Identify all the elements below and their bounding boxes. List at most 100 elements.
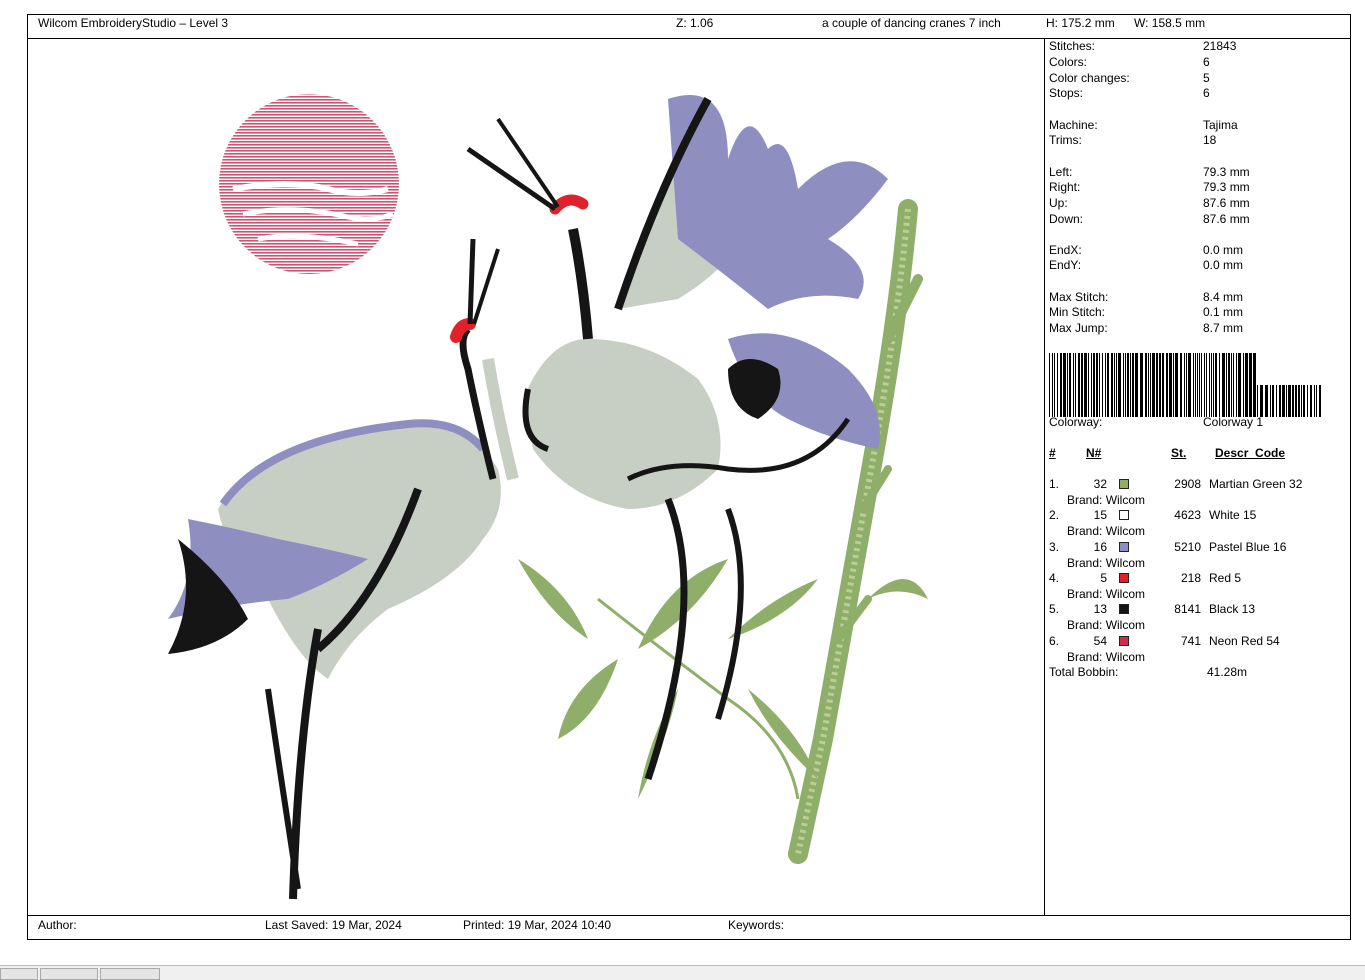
barcode-bar xyxy=(1184,353,1185,417)
barcode-bar xyxy=(1307,385,1308,417)
barcode-bar xyxy=(1228,353,1230,417)
color-row-description: White 15 xyxy=(1209,508,1257,522)
barcode-bar xyxy=(1195,353,1196,417)
barcode-bar xyxy=(1088,353,1089,417)
keywords-label: Keywords: xyxy=(728,918,785,932)
barcode-bar xyxy=(1249,353,1252,417)
barcode-bar xyxy=(1282,385,1285,417)
color-row-description: Neon Red 54 xyxy=(1209,634,1280,648)
barcode-bar xyxy=(1073,353,1074,417)
barcode-bar xyxy=(1152,353,1155,417)
barcode-bar xyxy=(1049,353,1050,417)
barcode-bar xyxy=(1084,353,1087,417)
color-row-brand: Brand: Wilcom xyxy=(1067,618,1146,632)
barcode-bar xyxy=(1233,353,1234,417)
bottom-tab[interactable] xyxy=(100,968,160,980)
barcode-bar xyxy=(1166,353,1168,417)
barcode-bar xyxy=(1063,353,1066,417)
bottom-tab[interactable] xyxy=(40,968,98,980)
barcode-bar xyxy=(1209,353,1210,417)
barcode-bar xyxy=(1276,385,1277,417)
barcode-bar xyxy=(1107,353,1109,417)
color-row-stitches: 5210 xyxy=(1174,540,1201,554)
zoom-level: Z: 1.06 xyxy=(676,16,714,30)
design-canvas[interactable] xyxy=(28,39,1045,915)
col-header-description: Descr_Code xyxy=(1215,446,1286,460)
barcode-bar xyxy=(1215,353,1217,417)
color-swatch xyxy=(1119,510,1129,520)
bottom-tab[interactable] xyxy=(0,968,38,980)
barcode-bar xyxy=(1102,353,1103,417)
color-row-index: 2. xyxy=(1049,508,1060,522)
printed-date: Printed: 19 Mar, 2024 10:40 xyxy=(463,918,612,932)
author-label: Author: xyxy=(38,918,77,932)
barcode-bar xyxy=(1052,353,1053,417)
col-header-needle: N# xyxy=(1086,446,1102,460)
barcode-bar xyxy=(1206,353,1207,417)
window-bottom-strip xyxy=(0,965,1365,980)
barcode-bar xyxy=(1057,353,1058,417)
color-row-description: Black 13 xyxy=(1209,602,1256,616)
barcode-bar xyxy=(1197,353,1198,417)
barcode-bar xyxy=(1173,353,1174,417)
barcode-bar xyxy=(1316,385,1317,417)
col-header-stitches: St. xyxy=(1171,446,1187,460)
print-sheet: Wilcom EmbroideryStudio – Level 3 Z: 1.0… xyxy=(27,14,1351,940)
color-row-index: 1. xyxy=(1049,477,1060,491)
barcode-bar xyxy=(1243,353,1244,417)
color-row-brand: Brand: Wilcom xyxy=(1067,493,1146,507)
design-height: H: 175.2 mm xyxy=(1046,16,1115,30)
barcode-bar xyxy=(1075,353,1076,417)
barcode-bar xyxy=(1292,385,1294,417)
barcode-bar xyxy=(1188,353,1191,417)
barcode-bar xyxy=(1150,353,1151,417)
barcode-bar xyxy=(1236,353,1237,417)
color-row-needle: 32 xyxy=(1093,477,1107,491)
color-row-stitches: 741 xyxy=(1180,634,1201,648)
barcode-bar xyxy=(1081,353,1083,417)
barcode-bar xyxy=(1272,385,1274,417)
app-title: Wilcom EmbroideryStudio – Level 3 xyxy=(38,16,229,30)
color-row-stitches: 218 xyxy=(1180,571,1201,585)
color-row-description: Red 5 xyxy=(1209,571,1242,585)
color-row-brand: Brand: Wilcom xyxy=(1067,556,1146,570)
barcode-bar xyxy=(1123,353,1124,417)
color-row-description: Pastel Blue 16 xyxy=(1209,540,1287,554)
color-row-needle: 54 xyxy=(1093,634,1107,648)
barcode-bar xyxy=(1111,353,1113,417)
barcode-bar xyxy=(1078,353,1080,417)
barcode-bar xyxy=(1245,353,1248,417)
barcode-bar xyxy=(1295,385,1297,417)
color-swatch xyxy=(1119,573,1129,583)
barcode-bar xyxy=(1314,385,1315,417)
color-row-stitches: 8141 xyxy=(1174,602,1201,616)
barcode-bar xyxy=(1140,353,1143,417)
barcode-bar xyxy=(1199,353,1200,417)
left-crane-motif xyxy=(168,238,519,900)
sheet-footer: Author: Last Saved: 19 Mar, 2024 Printed… xyxy=(28,915,1350,939)
barcode-bar xyxy=(1127,353,1129,417)
color-swatch xyxy=(1119,542,1129,552)
color-swatch xyxy=(1119,479,1129,489)
color-row-stitches: 4623 xyxy=(1174,508,1201,522)
bamboo-motif xyxy=(518,199,928,864)
barcode-bar xyxy=(1257,385,1258,417)
color-row-brand: Brand: Wilcom xyxy=(1067,524,1146,538)
color-row-brand: Brand: Wilcom xyxy=(1067,650,1146,664)
barcode-bar xyxy=(1193,353,1194,417)
color-row-index: 4. xyxy=(1049,571,1060,585)
barcode-bar xyxy=(1169,353,1172,417)
barcode-bar xyxy=(1148,353,1149,417)
barcode-bar xyxy=(1238,353,1241,417)
barcode-bar xyxy=(1204,353,1205,417)
last-saved: Last Saved: 19 Mar, 2024 xyxy=(265,918,402,932)
barcode-bar xyxy=(1222,353,1225,417)
barcode-bar xyxy=(1118,353,1121,417)
color-row-description: Martian Green 32 xyxy=(1209,477,1303,491)
barcode-bar xyxy=(1219,353,1220,417)
design-info-panel: Stitches: 21843 Colors: 6 Color changes: 5 … xyxy=(1045,39,1350,915)
barcode-bar xyxy=(1096,353,1098,417)
barcode-bar xyxy=(1067,353,1068,417)
barcode-bar xyxy=(1286,385,1287,417)
barcode-bar xyxy=(1253,353,1256,417)
